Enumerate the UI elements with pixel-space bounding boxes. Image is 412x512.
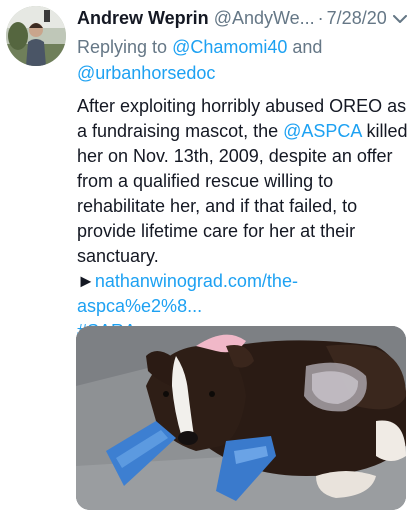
reply-prefix: Replying to — [77, 37, 168, 57]
avatar-photo — [6, 6, 66, 66]
tweet-date[interactable]: 7/28/20 — [327, 6, 387, 30]
tweet-media-photo[interactable] — [76, 326, 406, 510]
chevron-down-icon[interactable] — [393, 6, 407, 30]
article-link[interactable]: nathanwinograd.com/the-aspca%e2%8... — [77, 271, 298, 316]
article-link-line-1: nathanwinograd.com/the- — [94, 271, 298, 291]
dog-photo — [76, 326, 406, 510]
link-arrow-icon: ► — [77, 271, 95, 291]
reply-mention-urbanhorsedoc[interactable]: @urbanhorsedoc — [77, 63, 215, 83]
reply-conjunction: and — [292, 37, 323, 57]
author-handle[interactable]: @AndyWe... — [214, 6, 315, 30]
tweet-body: Andrew Weprin @AndyWe... · 7/28/20 Reply… — [77, 6, 409, 344]
tweet-header: Andrew Weprin @AndyWe... · 7/28/20 — [77, 6, 409, 30]
separator-dot: · — [317, 8, 324, 28]
avatar[interactable] — [6, 6, 66, 66]
tweet-text-part-2: killed her on Nov. 13th, 2009, despite a… — [77, 121, 408, 266]
article-link-line-2: aspca%e2%8... — [77, 296, 203, 316]
tweet-text: After exploiting horribly abused OREO as… — [77, 94, 409, 344]
mention-aspca[interactable]: @ASPCA — [283, 121, 361, 141]
reply-context: Replying to @Chamomi40 and @urbanhorsedo… — [77, 34, 409, 86]
reply-mention-chamomi40[interactable]: @Chamomi40 — [172, 37, 287, 57]
author-name[interactable]: Andrew Weprin — [77, 6, 209, 30]
